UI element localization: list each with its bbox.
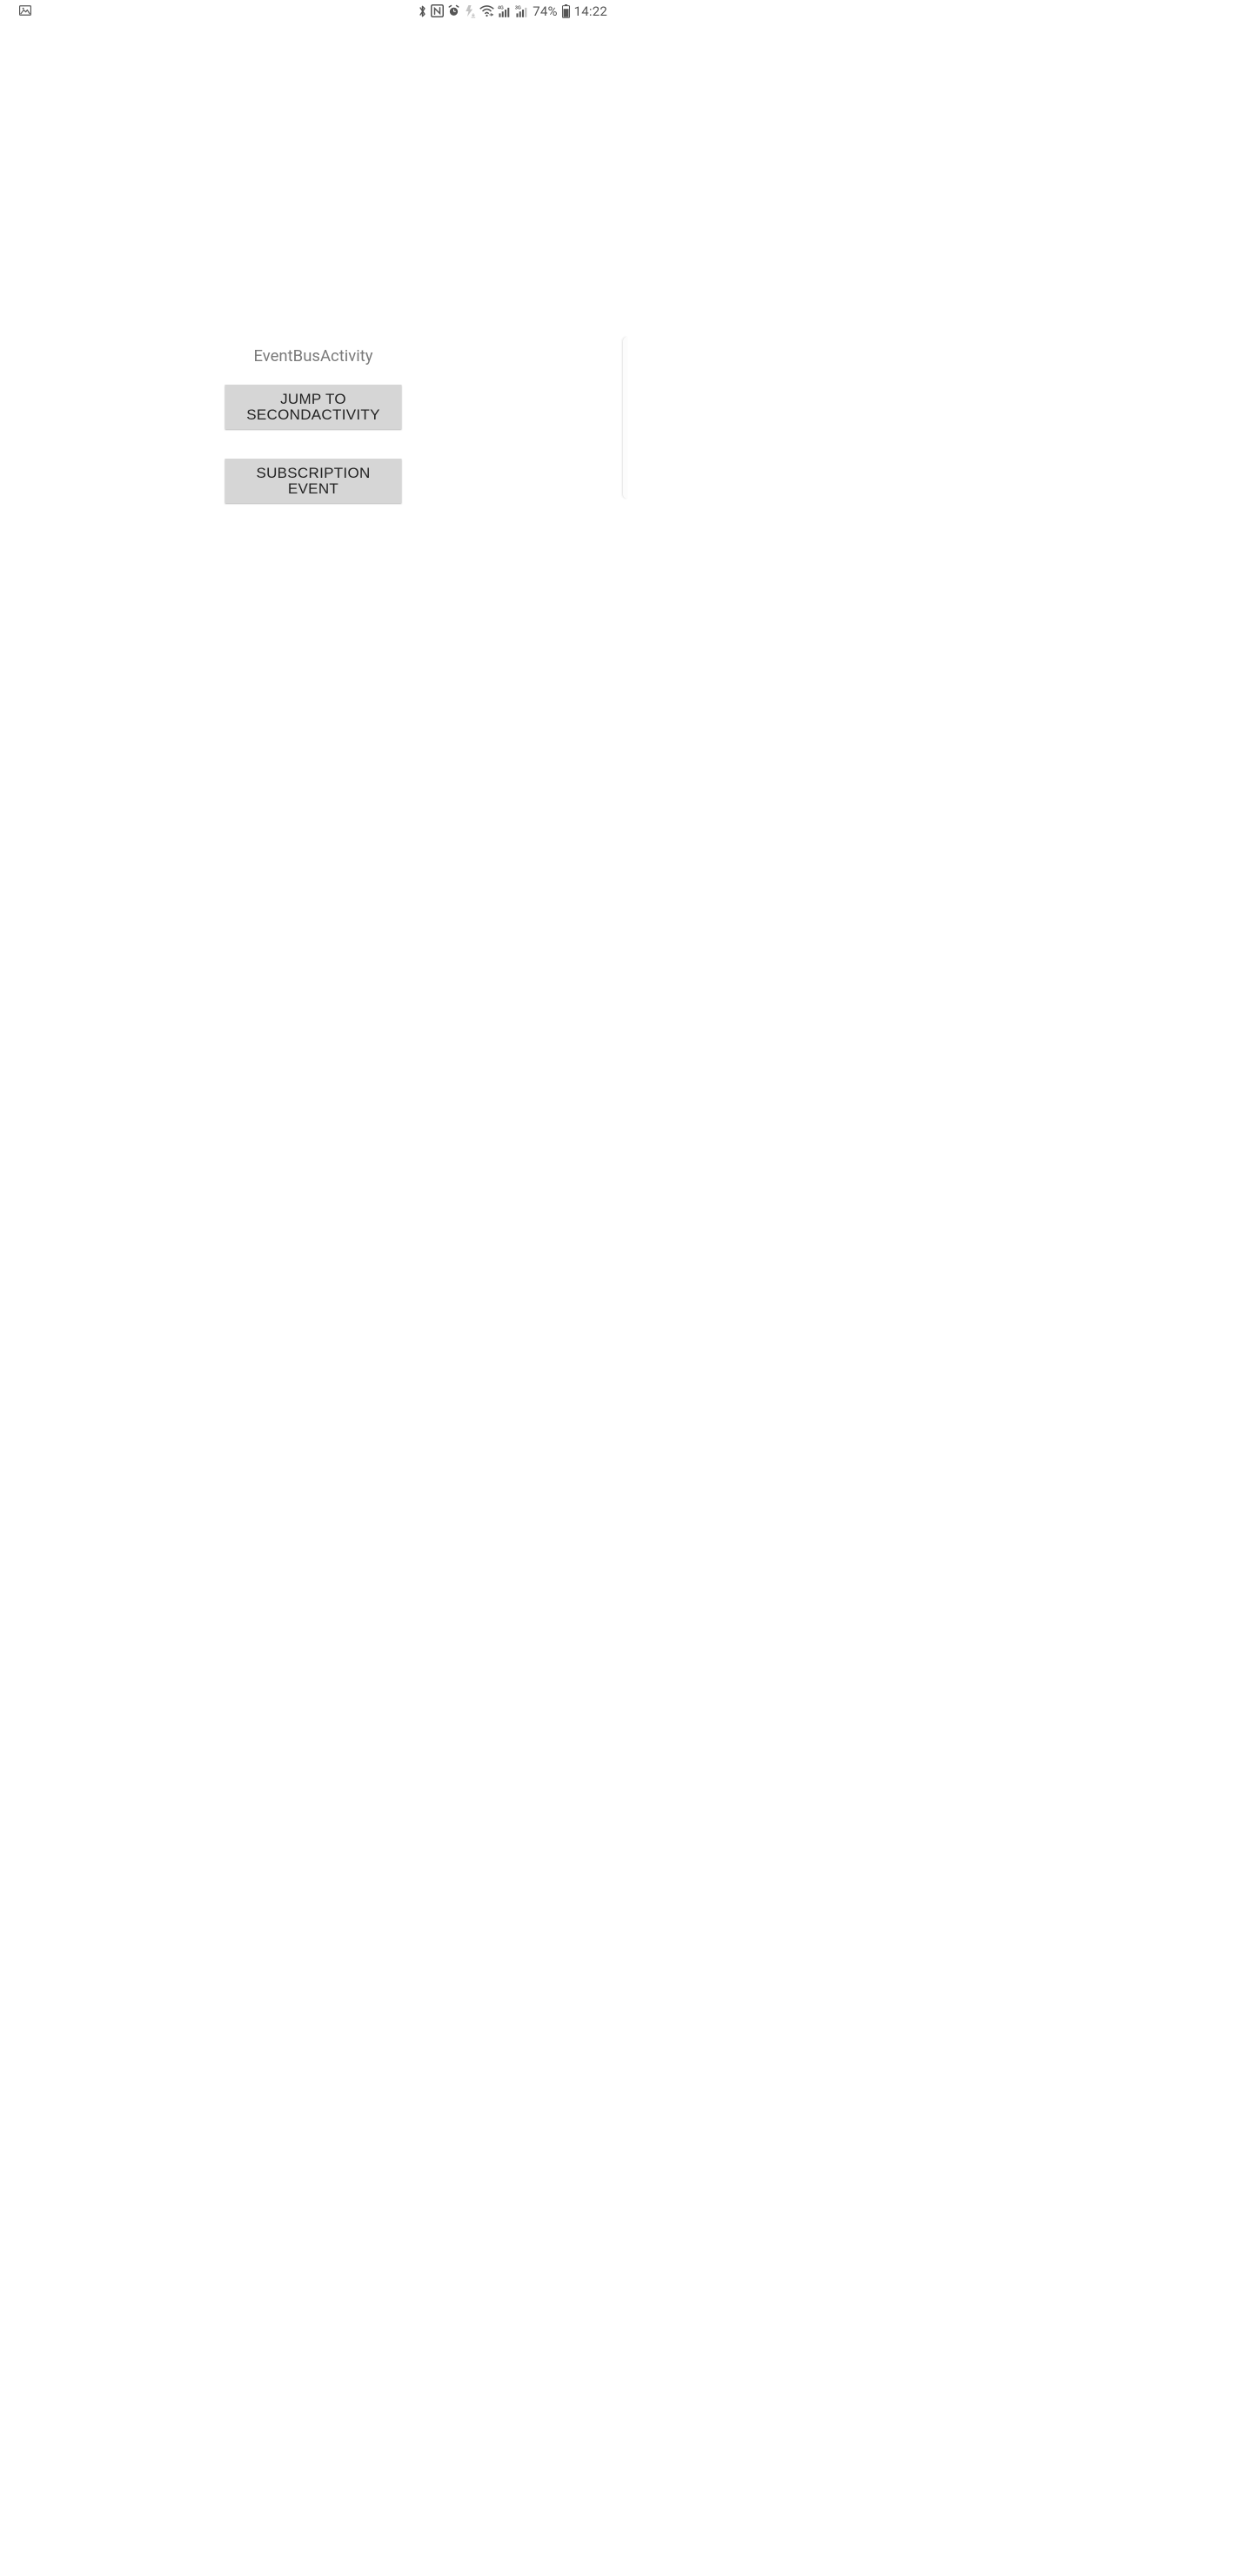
battery-icon xyxy=(561,4,571,18)
page-title: EventBusActivity xyxy=(0,346,626,366)
svg-text:3G: 3G xyxy=(515,5,521,10)
signal-3g-icon: 3G xyxy=(515,4,529,17)
wifi-icon xyxy=(479,5,494,17)
alarm-icon xyxy=(447,4,460,17)
clock-time: 14:22 xyxy=(574,3,607,19)
svg-text:4G: 4G xyxy=(498,5,504,10)
edge-panel-handle[interactable] xyxy=(623,337,627,499)
subscription-event-button[interactable]: SUBSCRIPTION EVENT xyxy=(225,459,402,503)
bluetooth-icon xyxy=(418,4,427,18)
status-left xyxy=(19,3,31,19)
status-right: 4G 3G 74% 14:22 xyxy=(418,3,607,19)
signal-4g-icon: 4G xyxy=(498,4,512,17)
nfc-icon xyxy=(431,4,444,17)
image-icon xyxy=(19,3,31,19)
jump-to-secondactivity-button[interactable]: JUMP TO SECONDACTIVITY xyxy=(225,385,402,429)
flash-download-icon xyxy=(464,4,476,18)
status-bar: 4G 3G 74% 14:22 xyxy=(0,0,626,22)
battery-percent: 74% xyxy=(533,3,557,19)
app-content: EventBusActivity JUMP TO SECONDACTIVITY … xyxy=(0,22,626,1288)
